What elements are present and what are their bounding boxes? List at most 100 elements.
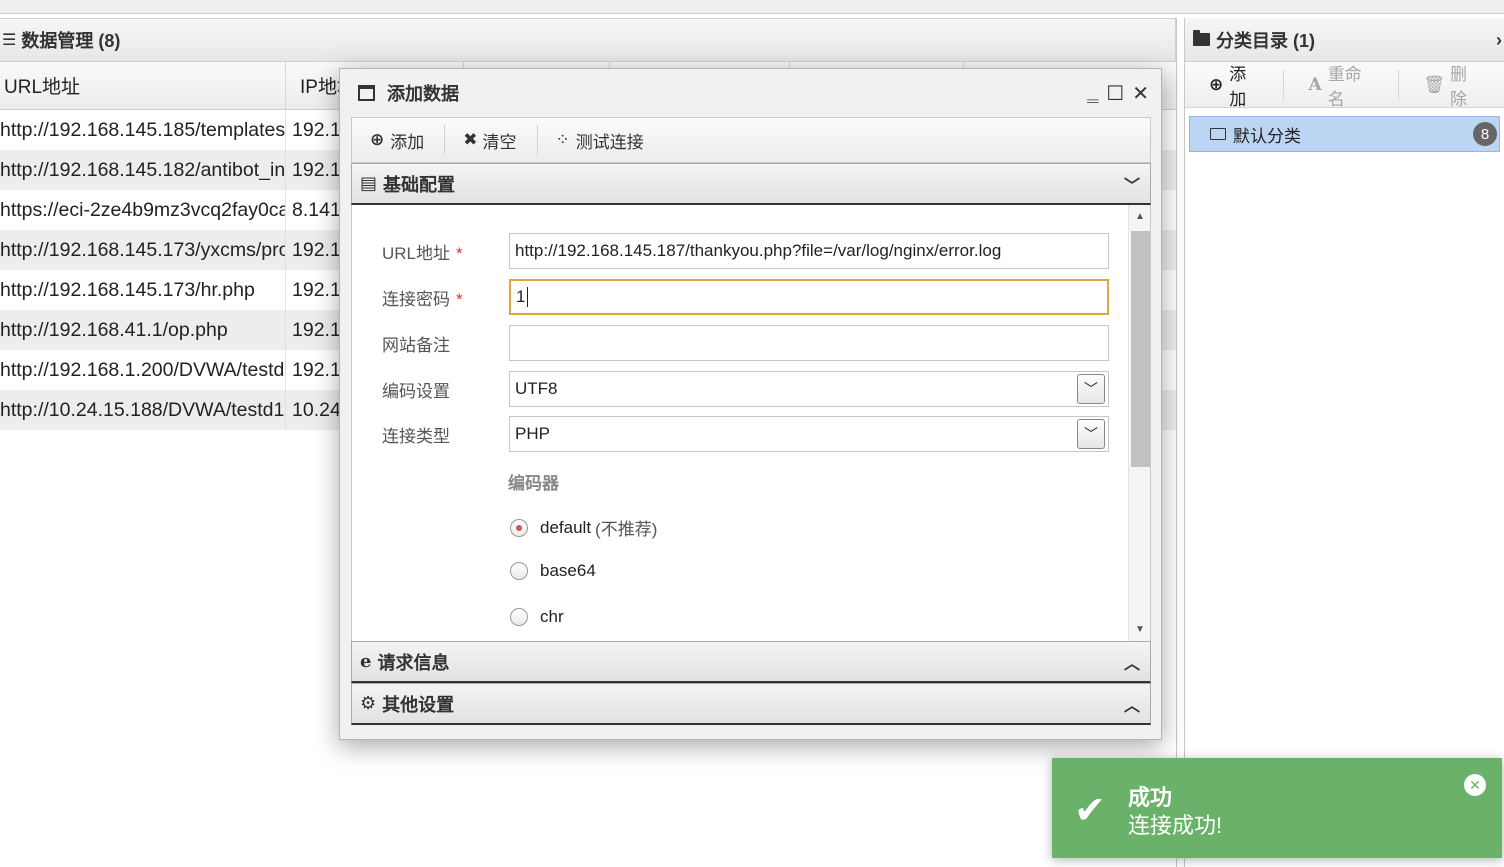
add-button-label: 添加 <box>390 132 425 152</box>
folder-open-icon <box>1210 128 1226 140</box>
encoder-option-label: chr <box>540 607 564 626</box>
encoding-select[interactable]: UTF8 ﹀ <box>509 371 1109 407</box>
type-row: 连接类型 PHP ﹀ <box>382 416 1109 452</box>
add-button[interactable]: ⊕ 添加 <box>352 125 446 155</box>
category-item-default[interactable]: 默认分类 8 <box>1189 116 1500 152</box>
encoding-value: UTF8 <box>515 379 558 398</box>
category-panel-title: 分类目录 (1) <box>1216 30 1315 51</box>
password-label: 连接密码 * <box>382 285 509 310</box>
ip-cell: 192.1 <box>292 239 341 261</box>
ip-cell: 192.1 <box>292 159 341 181</box>
clear-button[interactable]: ✖ 清空 <box>445 125 538 155</box>
url-cell: http://192.168.145.173/hr.php <box>0 270 286 310</box>
ip-cell: 192.1 <box>292 319 341 341</box>
category-rename-button[interactable]: A 重命名 <box>1284 65 1400 109</box>
section-other-title: 其他设置 <box>382 694 455 715</box>
section-basic-title: 基础配置 <box>383 174 456 195</box>
edge-icon: e <box>360 651 372 672</box>
url-cell: http://192.168.1.200/DVWA/testd <box>0 350 286 390</box>
plus-circle-icon: ⊕ <box>1209 74 1224 94</box>
data-panel-title: 数据管理 (8) <box>21 31 121 51</box>
test-connection-button[interactable]: ⁘ 测试连接 <box>538 125 664 155</box>
dialog-toolbar: ⊕ 添加 ✖ 清空 ⁘ 测试连接 <box>351 117 1151 163</box>
scroll-up-icon[interactable]: ▲ <box>1135 211 1145 222</box>
times-icon: ✖ <box>463 130 478 149</box>
vertical-scrollbar[interactable]: ▲ ▼ <box>1128 205 1150 641</box>
column-header-url[interactable]: URL地址 <box>0 62 286 109</box>
category-rename-label: 重命名 <box>1327 64 1362 109</box>
close-icon[interactable]: ✕ <box>1132 81 1149 106</box>
password-label-text: 连接密码 <box>382 289 450 309</box>
encoding-row: 编码设置 UTF8 ﹀ <box>382 371 1109 407</box>
chevron-down-icon[interactable]: ﹀ <box>1077 374 1105 404</box>
encoder-option-base64[interactable]: base64 <box>510 561 596 581</box>
note-label: 网站备注 <box>382 335 450 355</box>
url-cell: http://192.168.145.185/templates <box>0 110 286 150</box>
encoder-option-note: (不推荐) <box>595 520 658 539</box>
trash-icon: 🗑 <box>1423 74 1445 94</box>
url-cell: http://192.168.145.182/antibot_in <box>0 150 286 190</box>
category-delete-button[interactable]: 🗑 删除 <box>1399 65 1504 109</box>
category-add-button[interactable]: ⊕ 添加 <box>1185 65 1285 109</box>
section-request-title: 请求信息 <box>377 652 450 673</box>
basic-config-body: URL地址 * http://192.168.145.187/thankyou.p… <box>351 205 1151 641</box>
category-item-label: 默认分类 <box>1233 126 1301 146</box>
note-row: 网站备注 <box>382 325 1109 361</box>
window-icon <box>358 85 375 101</box>
section-other-settings[interactable]: ⚙ 其他设置 ︿ <box>351 683 1151 725</box>
url-cell: http://192.168.145.173/yxcms/pro <box>0 230 286 270</box>
category-toolbar: ⊕ 添加 A 重命名 🗑 删除 <box>1185 62 1504 109</box>
check-icon: ✔ <box>1074 790 1106 832</box>
ip-cell: 10.24 <box>292 399 341 421</box>
password-input[interactable]: 1 <box>509 279 1109 315</box>
chevron-up-icon: ︿ <box>1123 656 1140 673</box>
url-cell: http://10.24.15.188/DVWA/testd1 <box>0 390 286 430</box>
minimize-icon[interactable]: ‗ <box>1087 81 1098 106</box>
ip-cell: 8.141 <box>292 199 341 221</box>
type-value: PHP <box>515 424 550 443</box>
encoder-option-default[interactable]: default (不推荐) <box>510 515 657 540</box>
section-request-info[interactable]: e 请求信息 ︿ <box>351 641 1151 683</box>
category-delete-label: 删除 <box>1449 64 1467 109</box>
data-panel-header: ☰ 数据管理 (8) <box>0 18 1176 62</box>
plus-circle-icon: ⊕ <box>370 130 385 149</box>
font-icon: A <box>1308 74 1322 95</box>
category-add-label: 添加 <box>1229 64 1247 109</box>
radio-checked[interactable] <box>510 518 528 537</box>
count-badge: 8 <box>1473 122 1497 146</box>
dialog-titlebar[interactable]: 添加数据 ‗ ☐ ✕ <box>340 69 1161 117</box>
list-icon: ☰ <box>2 32 17 49</box>
type-label: 连接类型 <box>382 426 450 446</box>
url-input[interactable]: http://192.168.145.187/thankyou.php?file… <box>509 233 1109 269</box>
chevron-down-icon[interactable]: ﹀ <box>1077 419 1105 449</box>
ip-cell: 192.1 <box>292 279 341 301</box>
text-caret <box>527 287 529 307</box>
ip-cell: 192.1 <box>292 359 341 381</box>
chevron-right-icon[interactable]: › <box>1496 30 1502 51</box>
ip-cell: 192.1 <box>292 119 341 141</box>
window-controls: ‗ ☐ ✕ <box>1087 81 1149 106</box>
cogs-icon: ⚙ <box>360 693 377 713</box>
radio-unchecked[interactable] <box>510 608 528 626</box>
toast-message: 连接成功! <box>1128 813 1223 838</box>
section-basic-config[interactable]: ▤ 基础配置 ﹀ <box>351 163 1151 205</box>
radio-unchecked[interactable] <box>510 562 528 580</box>
test-connection-label: 测试连接 <box>575 132 644 152</box>
password-row: 连接密码 * 1 <box>382 279 1109 315</box>
url-label-text: URL地址 <box>382 243 451 263</box>
maximize-icon[interactable]: ☐ <box>1106 81 1124 106</box>
encoder-option-chr[interactable]: chr <box>510 607 564 627</box>
chevron-up-icon: ︿ <box>1123 698 1140 715</box>
scroll-down-icon[interactable]: ▼ <box>1135 624 1145 635</box>
url-cell: http://192.168.41.1/op.php <box>0 310 286 350</box>
required-mark: * <box>456 243 463 263</box>
spinner-icon: ⁘ <box>555 130 570 149</box>
type-select[interactable]: PHP ﹀ <box>509 416 1109 452</box>
clear-button-label: 清空 <box>482 132 517 152</box>
dialog-title: 添加数据 <box>387 84 459 104</box>
scrollbar-thumb[interactable] <box>1131 231 1150 467</box>
success-toast: ✔ 成功 连接成功! ✕ <box>1052 758 1502 858</box>
note-input[interactable] <box>509 325 1109 361</box>
add-data-dialog: 添加数据 ‗ ☐ ✕ ⊕ 添加 ✖ 清空 ⁘ 测试连接 ▤ 基础配置 ﹀ URL… <box>339 68 1162 740</box>
close-icon[interactable]: ✕ <box>1464 774 1486 796</box>
